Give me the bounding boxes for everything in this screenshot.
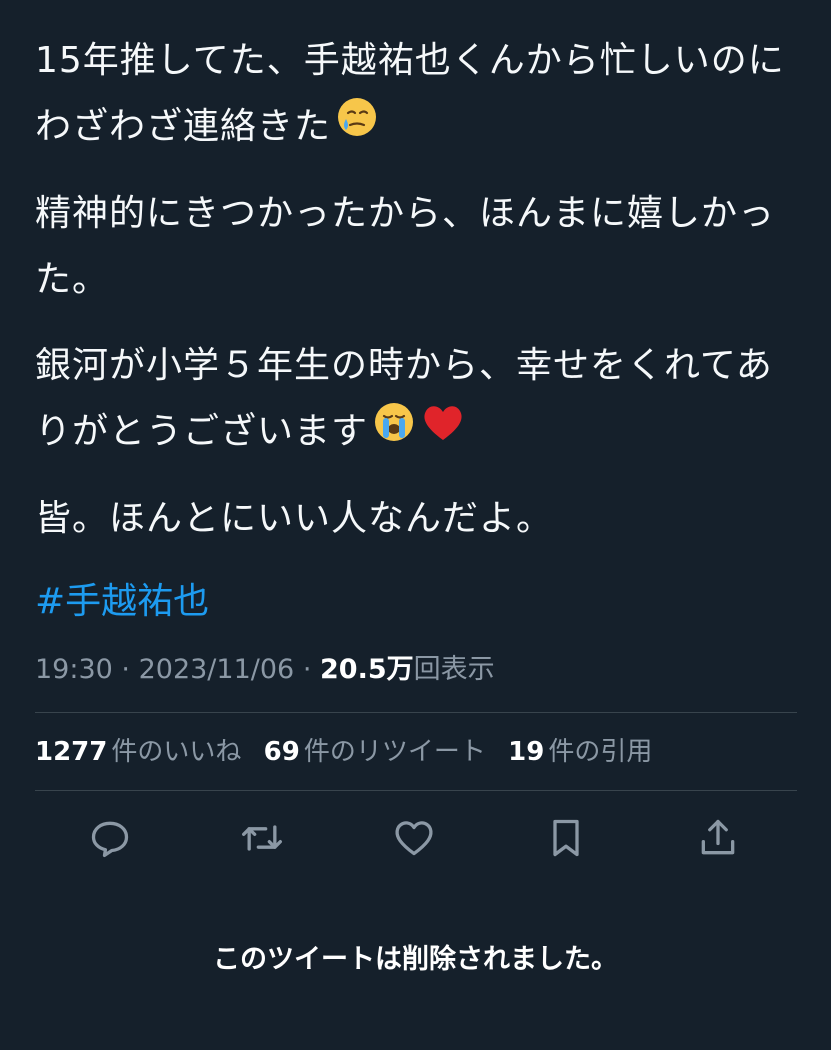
tweet-paragraph-4: 皆。ほんとにいい人なんだよ。 (35, 498, 554, 539)
reply-button[interactable] (82, 810, 138, 866)
views-count[interactable]: 20.5万 (320, 654, 414, 685)
views-label: 回表示 (413, 654, 495, 685)
likes-count: 1277 (35, 737, 108, 767)
tweet-paragraph-1: 15年推してた、手越祐也くんから忙しいのにわざわざ連絡きた (35, 28, 797, 161)
retweets-count: 69 (263, 737, 300, 767)
heart-icon (395, 821, 433, 856)
share-button[interactable] (690, 810, 746, 866)
tweet-text: 15年推してた、手越祐也くんから忙しいのにわざわざ連絡きた 精神的にきつかったか… (35, 28, 797, 552)
deleted-tweet-notice: このツイートは削除されました。 (213, 944, 618, 975)
retweet-icon (242, 825, 282, 851)
red-heart-emoji-icon (420, 400, 466, 466)
quotes-stat[interactable]: 19 件の引用 (508, 737, 652, 767)
likes-label: 件のいいね (111, 737, 242, 767)
reply-icon (91, 821, 129, 858)
bookmark-icon (553, 819, 579, 857)
tweet-paragraph-2: 精神的にきつかったから、ほんまに嬉しかった。 (35, 193, 776, 300)
retweets-label: 件のリツイート (303, 737, 486, 767)
tweet-date[interactable]: 2023/11/06 (139, 654, 295, 685)
tweet-body: 15年推してた、手越祐也くんから忙しいのにわざわざ連絡きた 精神的にきつかったか… (35, 28, 797, 628)
retweets-stat[interactable]: 69 件のリツイート (264, 737, 486, 767)
tweet-meta: 19:30 · 2023/11/06 · 20.5万回表示 (35, 648, 495, 692)
quotes-label: 件の引用 (548, 737, 653, 767)
meta-separator: · (302, 654, 312, 685)
quotes-count: 19 (508, 737, 545, 767)
share-icon (701, 819, 735, 855)
divider (35, 790, 797, 791)
holding-back-tears-emoji-icon (335, 95, 379, 161)
likes-stat[interactable]: 1277 件のいいね (35, 737, 241, 767)
tweet-time[interactable]: 19:30 (35, 654, 113, 685)
bookmark-button[interactable] (538, 810, 594, 866)
like-button[interactable] (386, 810, 442, 866)
meta-separator: · (121, 654, 130, 685)
tweet-paragraph-3: 銀河が小学５年生の時から、幸せをくれてありがとうございます (35, 333, 797, 466)
retweet-button[interactable] (234, 810, 290, 866)
engagement-stats: 1277 件のいいね 69 件のリツイート 19 件の引用 (35, 730, 666, 774)
hashtag-link[interactable]: #手越祐也 (35, 576, 209, 628)
divider (35, 712, 797, 713)
action-bar (0, 810, 831, 866)
tweet-paragraph-1-text: 15年推してた、手越祐也くんから忙しいのにわざわざ連絡きた (35, 40, 785, 147)
loudly-crying-emoji-icon (372, 400, 416, 466)
